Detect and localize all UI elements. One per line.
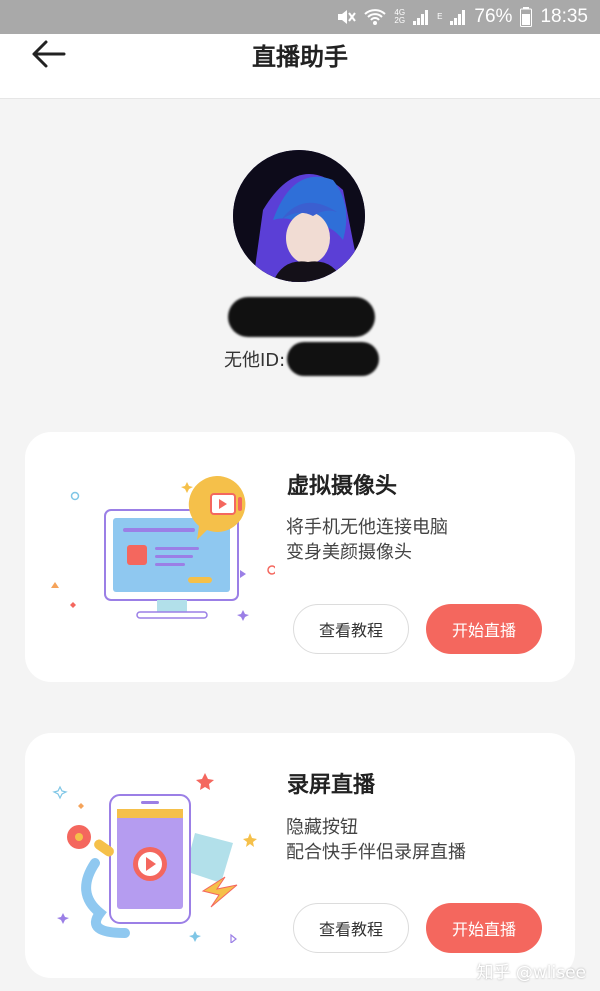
redacted-username bbox=[228, 297, 375, 337]
card-title: 虚拟摄像头 bbox=[287, 474, 398, 499]
start-live-button[interactable]: 开始直播 bbox=[426, 604, 542, 654]
mute-icon bbox=[338, 10, 357, 24]
card-description-line: 将手机无他连接电脑 bbox=[286, 517, 448, 538]
page-title: 直播助手 bbox=[252, 43, 348, 71]
monitor-illustration bbox=[51, 476, 275, 621]
avatar[interactable] bbox=[233, 150, 365, 282]
card-description-line: 配合快手伴侣录屏直播 bbox=[286, 842, 466, 863]
card-title: 录屏直播 bbox=[287, 773, 376, 798]
top-nav-bar: 直播助手 bbox=[0, 34, 600, 99]
battery-percent: 76% bbox=[474, 6, 513, 27]
user-id-row: 无他ID: bbox=[224, 342, 380, 376]
network-type: 4G 2G bbox=[394, 8, 406, 25]
battery-icon bbox=[520, 7, 533, 27]
network-e: E bbox=[437, 12, 443, 21]
clock: 18:35 bbox=[540, 6, 588, 27]
card-description-line: 变身美颜摄像头 bbox=[286, 542, 412, 563]
signal-icon bbox=[413, 10, 429, 25]
card-description-line: 隐藏按钮 bbox=[286, 817, 358, 838]
view-tutorial-button[interactable]: 查看教程 bbox=[293, 604, 409, 654]
redacted-user-id bbox=[287, 342, 380, 376]
user-id-label: 无他ID: bbox=[224, 350, 286, 371]
screen-record-live-card: 录屏直播 隐藏按钮 配合快手伴侣录屏直播 查看教程 开始直播 bbox=[25, 733, 575, 978]
status-bar: 4G 2G E 76% 18:35 bbox=[0, 0, 600, 34]
card-description: 将手机无他连接电脑 变身美颜摄像头 bbox=[286, 515, 448, 565]
phone-illustration bbox=[52, 773, 257, 943]
virtual-camera-card: 虚拟摄像头 将手机无他连接电脑 变身美颜摄像头 查看教程 开始直播 bbox=[25, 432, 575, 682]
card-description: 隐藏按钮 配合快手伴侣录屏直播 bbox=[286, 815, 466, 865]
signal-icon bbox=[450, 10, 466, 25]
watermark: 知乎 @wlisee bbox=[476, 963, 586, 983]
view-tutorial-button[interactable]: 查看教程 bbox=[293, 903, 409, 953]
avatar-image bbox=[233, 150, 365, 282]
wifi-icon bbox=[364, 9, 387, 25]
start-live-button[interactable]: 开始直播 bbox=[426, 903, 542, 953]
